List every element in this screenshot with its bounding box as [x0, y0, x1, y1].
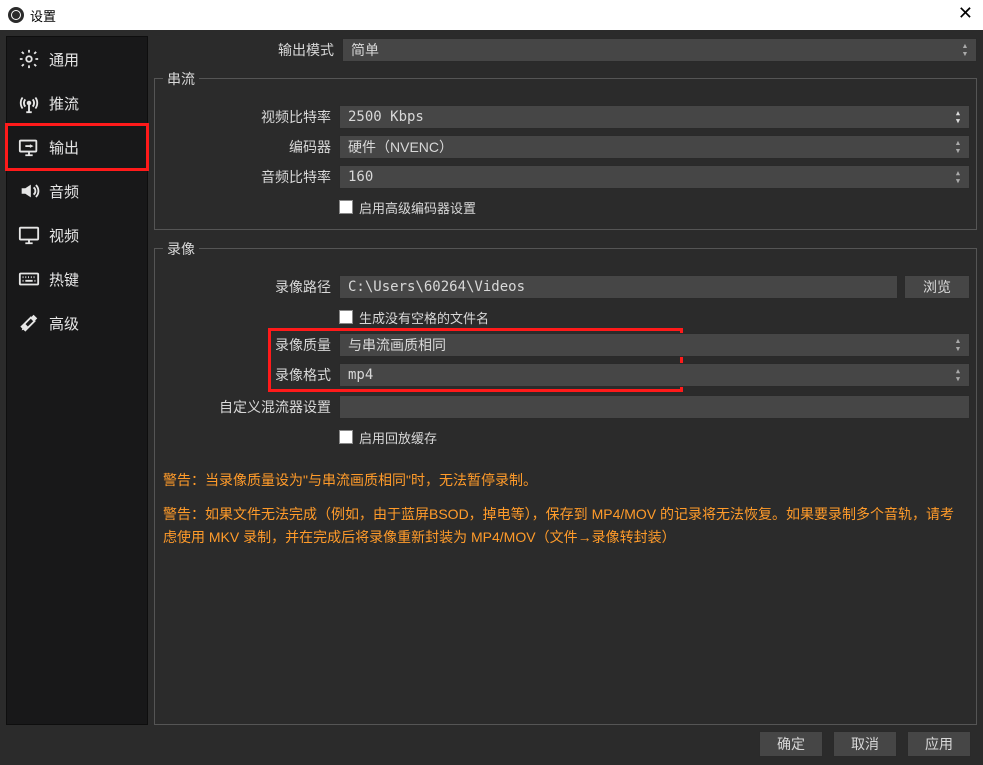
cancel-button[interactable]: 取消: [833, 731, 897, 757]
warning-1: 警告：当录像质量设为"与串流画质相同"时，无法暂停录制。: [163, 469, 968, 491]
checkbox-icon: [339, 310, 353, 324]
nospace-checkbox[interactable]: 生成没有空格的文件名: [339, 308, 489, 327]
sidebar-item-label: 输出: [49, 137, 79, 158]
sidebar-item-label: 热键: [49, 269, 79, 290]
record-panel: 录像 录像路径 C:\Users\60264\Videos 浏览: [154, 248, 977, 725]
adv-encoder-checkbox[interactable]: 启用高级编码器设置: [339, 198, 476, 217]
audio-bitrate-label: 音频比特率: [161, 167, 339, 187]
window-title: 设置: [30, 6, 56, 25]
sidebar-item-label: 推流: [49, 93, 79, 114]
encoder-label: 编码器: [161, 137, 339, 157]
sidebar-item-label: 通用: [49, 49, 79, 70]
obs-logo-icon: [8, 7, 24, 23]
sidebar: 通用 推流 输出 音频: [6, 36, 148, 725]
encoder-select[interactable]: 硬件（NVENC）: [339, 135, 970, 159]
checkbox-icon: [339, 200, 353, 214]
record-path-value: C:\Users\60264\Videos: [348, 279, 525, 295]
antenna-icon: [15, 92, 43, 114]
updown-icon: [958, 41, 972, 59]
gear-icon: [15, 48, 43, 70]
checkbox-icon: [339, 430, 353, 444]
close-icon[interactable]: ✕: [958, 4, 973, 22]
output-mode-label: 输出模式: [154, 40, 342, 60]
updown-icon: [951, 336, 965, 354]
warning-2: 警告：如果文件无法完成（例如，由于蓝屏BSOD，掉电等），保存到 MP4/MOV…: [163, 503, 968, 548]
apply-button[interactable]: 应用: [907, 731, 971, 757]
video-bitrate-label: 视频比特率: [161, 107, 339, 127]
replay-checkbox[interactable]: 启用回放缓存: [339, 428, 437, 447]
warning-box: 警告：当录像质量设为"与串流画质相同"时，无法暂停录制。 警告：如果文件无法完成…: [161, 465, 970, 564]
footer: 确定 取消 应用: [6, 725, 977, 759]
video-bitrate-value: 2500 Kbps: [348, 109, 424, 125]
highlight-frame: 录像质量 与串流画质相同 录像格式 mp4: [271, 331, 680, 389]
mixer-label: 自定义混流器设置: [161, 397, 339, 417]
replay-label: 启用回放缓存: [359, 428, 437, 447]
sidebar-item-hotkeys[interactable]: 热键: [7, 257, 147, 301]
stream-panel-title: 串流: [163, 69, 199, 89]
video-bitrate-input[interactable]: 2500 Kbps: [339, 105, 970, 129]
monitor-icon: [15, 224, 43, 246]
tools-icon: [15, 312, 43, 334]
record-path-input[interactable]: C:\Users\60264\Videos: [339, 275, 898, 299]
record-quality-value: 与串流画质相同: [348, 335, 446, 355]
keyboard-icon: [15, 268, 43, 290]
sidebar-item-label: 高级: [49, 313, 79, 334]
nospace-label: 生成没有空格的文件名: [359, 308, 489, 327]
record-quality-label: 录像质量: [271, 335, 339, 355]
sidebar-item-label: 视频: [49, 225, 79, 246]
record-format-select[interactable]: mp4: [339, 363, 970, 387]
mixer-input[interactable]: [339, 395, 970, 419]
record-format-value: mp4: [348, 367, 373, 383]
speaker-icon: [15, 180, 43, 202]
sidebar-item-label: 音频: [49, 181, 79, 202]
sidebar-item-audio[interactable]: 音频: [7, 169, 147, 213]
stream-panel: 串流 视频比特率 2500 Kbps 编码器 硬件（NVENC）: [154, 78, 977, 230]
record-panel-title: 录像: [163, 239, 199, 259]
sidebar-item-video[interactable]: 视频: [7, 213, 147, 257]
encoder-value: 硬件（NVENC）: [348, 137, 453, 157]
sidebar-item-output[interactable]: 输出: [7, 125, 147, 169]
audio-bitrate-select[interactable]: 160: [339, 165, 970, 189]
record-path-label: 录像路径: [161, 277, 339, 297]
record-quality-select[interactable]: 与串流画质相同: [339, 333, 970, 357]
output-mode-value: 简单: [351, 40, 379, 60]
output-icon: [15, 136, 43, 158]
output-mode-select[interactable]: 简单: [342, 38, 977, 62]
adv-encoder-label: 启用高级编码器设置: [359, 198, 476, 217]
record-format-label: 录像格式: [271, 365, 339, 385]
updown-icon: [951, 138, 965, 156]
sidebar-item-general[interactable]: 通用: [7, 37, 147, 81]
updown-icon[interactable]: [951, 108, 965, 126]
sidebar-item-stream[interactable]: 推流: [7, 81, 147, 125]
updown-icon: [951, 366, 965, 384]
browse-button[interactable]: 浏览: [904, 275, 970, 299]
sidebar-item-advanced[interactable]: 高级: [7, 301, 147, 345]
audio-bitrate-value: 160: [348, 169, 373, 185]
titlebar: 设置 ✕: [0, 0, 983, 30]
updown-icon: [951, 168, 965, 186]
ok-button[interactable]: 确定: [759, 731, 823, 757]
